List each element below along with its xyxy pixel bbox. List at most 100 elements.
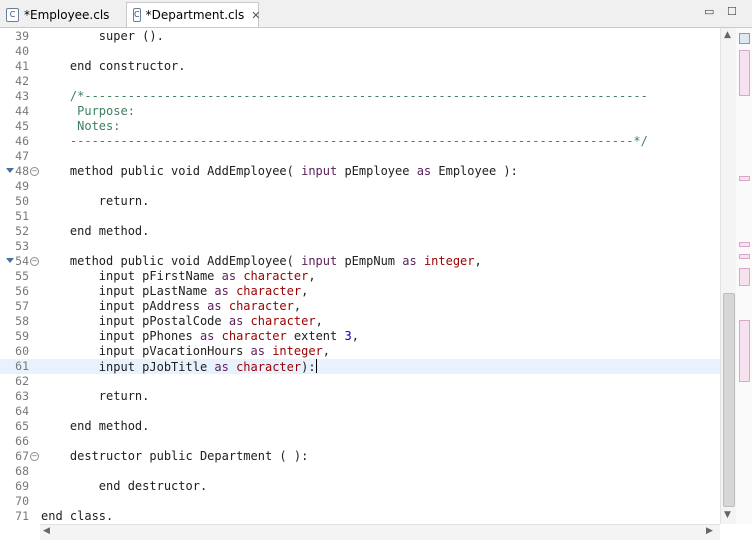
- code-line[interactable]: 55 input pFirstName as character,: [0, 269, 720, 284]
- code-line[interactable]: 70: [0, 494, 720, 509]
- code-line[interactable]: 49: [0, 179, 720, 194]
- code-token: pEmpNum: [337, 254, 403, 268]
- code-line[interactable]: 59 input pPhones as character extent 3,: [0, 329, 720, 344]
- code-line[interactable]: 65 end method.: [0, 419, 720, 434]
- vertical-scrollbar[interactable]: ▲ ▼: [720, 28, 736, 524]
- code-editor[interactable]: 39 super (). 40 41 end constructor. 42 43 /*…: [0, 28, 720, 524]
- horizontal-scrollbar[interactable]: ◀ ▶: [40, 524, 720, 540]
- code-text[interactable]: return.: [41, 389, 150, 404]
- scroll-down-icon[interactable]: ▼: [724, 510, 731, 520]
- code-text[interactable]: return.: [41, 194, 150, 209]
- code-line[interactable]: 54− method public void AddEmployee( inpu…: [0, 254, 720, 269]
- code-line[interactable]: 64: [0, 404, 720, 419]
- code-line[interactable]: 42: [0, 74, 720, 89]
- code-text[interactable]: ----------------------------------------…: [41, 134, 648, 149]
- code-text[interactable]: input pAddress as character,: [41, 299, 301, 314]
- line-number: 49: [15, 179, 29, 193]
- code-line[interactable]: 44 Purpose:: [0, 104, 720, 119]
- overview-mark[interactable]: [739, 320, 750, 382]
- code-line[interactable]: 66: [0, 434, 720, 449]
- fold-marker-icon[interactable]: [6, 168, 14, 173]
- code-token: return.: [41, 194, 150, 208]
- code-line[interactable]: 58 input pPostalCode as character,: [0, 314, 720, 329]
- code-token: input pPostalCode: [41, 314, 229, 328]
- overview-mark[interactable]: [739, 254, 750, 259]
- code-text[interactable]: method public void AddEmployee( input pE…: [41, 254, 482, 269]
- scroll-right-icon[interactable]: ▶: [706, 526, 713, 536]
- code-text[interactable]: end method.: [41, 224, 149, 239]
- code-text[interactable]: input pPostalCode as character,: [41, 314, 323, 329]
- overview-mark[interactable]: [739, 176, 750, 181]
- code-line[interactable]: 40: [0, 44, 720, 59]
- code-line[interactable]: 56 input pLastName as character,: [0, 284, 720, 299]
- code-line[interactable]: 46 -------------------------------------…: [0, 134, 720, 149]
- code-line[interactable]: 60 input pVacationHours as integer,: [0, 344, 720, 359]
- code-token: end constructor.: [41, 59, 186, 73]
- code-line[interactable]: 45 Notes:: [0, 119, 720, 134]
- code-text[interactable]: input pPhones as character extent 3,: [41, 329, 359, 344]
- overview-mark[interactable]: [739, 50, 750, 96]
- editor-tab-bar: C *Employee.cls C *Department.cls ✕ ▭ ☐: [0, 0, 752, 28]
- code-text[interactable]: input pLastName as character,: [41, 284, 309, 299]
- code-line[interactable]: 48− method public void AddEmployee( inpu…: [0, 164, 720, 179]
- code-token: ----------------------------------------…: [41, 134, 648, 148]
- code-text[interactable]: Purpose:: [41, 104, 135, 119]
- code-text[interactable]: input pJobTitle as character):: [41, 359, 317, 375]
- code-token: return.: [41, 389, 150, 403]
- line-number: 47: [15, 149, 29, 163]
- tab-employee-cls[interactable]: C *Employee.cls: [0, 3, 124, 26]
- text-caret: [315, 359, 317, 373]
- code-token: extent: [286, 329, 345, 343]
- code-text[interactable]: end method.: [41, 419, 149, 434]
- code-line[interactable]: 69 end destructor.: [0, 479, 720, 494]
- code-line[interactable]: 57 input pAddress as character,: [0, 299, 720, 314]
- code-line[interactable]: 47: [0, 149, 720, 164]
- fold-marker-icon[interactable]: [6, 258, 14, 263]
- line-number: 44: [15, 104, 29, 118]
- code-line[interactable]: 53: [0, 239, 720, 254]
- code-line[interactable]: 52 end method.: [0, 224, 720, 239]
- code-text[interactable]: end destructor.: [41, 479, 207, 494]
- overview-mark[interactable]: [739, 268, 750, 286]
- overview-ruler[interactable]: [736, 28, 752, 524]
- line-number: 68: [15, 464, 29, 478]
- scroll-thumb[interactable]: [723, 293, 735, 507]
- code-line[interactable]: 62: [0, 374, 720, 389]
- code-line[interactable]: 71 end class.: [0, 509, 720, 524]
- collapse-icon[interactable]: −: [30, 257, 39, 266]
- code-line[interactable]: 39 super ().: [0, 29, 720, 44]
- tab-department-cls[interactable]: C *Department.cls ✕: [126, 2, 260, 27]
- code-text[interactable]: destructor public Department ( ):: [41, 449, 308, 464]
- code-line[interactable]: 61 input pJobTitle as character):: [0, 359, 720, 374]
- code-token: character: [250, 314, 316, 328]
- code-text[interactable]: input pFirstName as character,: [41, 269, 316, 284]
- code-text[interactable]: Notes:: [41, 119, 120, 134]
- code-text[interactable]: input pVacationHours as integer,: [41, 344, 330, 359]
- code-text[interactable]: end class.: [41, 509, 113, 524]
- collapse-icon[interactable]: −: [30, 452, 39, 461]
- code-text[interactable]: /*--------------------------------------…: [41, 89, 648, 104]
- line-number: 55: [15, 269, 29, 283]
- code-text[interactable]: method public void AddEmployee( input pE…: [41, 164, 518, 179]
- collapse-icon[interactable]: −: [30, 167, 39, 176]
- code-text[interactable]: super ().: [41, 29, 164, 44]
- code-line[interactable]: 41 end constructor.: [0, 59, 720, 74]
- code-line[interactable]: 50 return.: [0, 194, 720, 209]
- code-line[interactable]: 68: [0, 464, 720, 479]
- maximize-icon[interactable]: ☐: [727, 5, 737, 18]
- code-text[interactable]: end constructor.: [41, 59, 186, 74]
- scroll-left-icon[interactable]: ◀: [43, 526, 50, 536]
- code-line[interactable]: 51: [0, 209, 720, 224]
- code-line[interactable]: 67− destructor public Department ( ):: [0, 449, 720, 464]
- code-line[interactable]: 43 /*-----------------------------------…: [0, 89, 720, 104]
- code-line[interactable]: 63 return.: [0, 389, 720, 404]
- scroll-up-icon[interactable]: ▲: [724, 30, 731, 40]
- close-icon[interactable]: ✕: [251, 9, 260, 22]
- line-number: 53: [15, 239, 29, 253]
- minimize-icon[interactable]: ▭: [704, 5, 714, 18]
- overview-mark[interactable]: [739, 242, 750, 247]
- code-token: Employee ):: [431, 164, 518, 178]
